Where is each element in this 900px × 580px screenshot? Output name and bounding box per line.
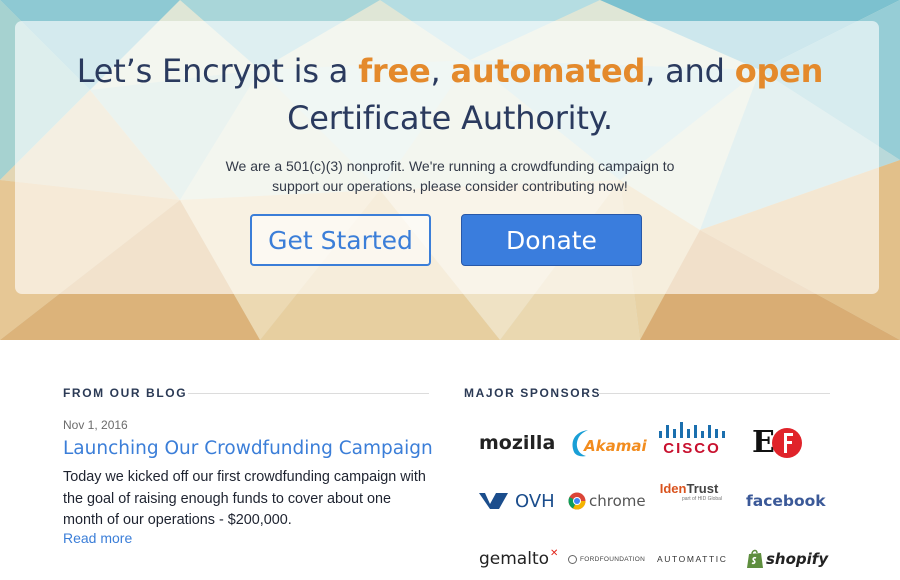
eff-circle-icon [771,428,802,458]
sponsor-mozilla[interactable]: mozilla [479,424,555,462]
hero-subtext-line2: support our operations, please consider … [272,178,628,194]
chrome-logo-text: chrome [589,492,646,510]
hero-section: Let’s Encrypt is a free, automated, and … [0,0,900,340]
blog-post-date: Nov 1, 2016 [63,418,128,432]
blog-excerpt-line: month of our operations - $200,000. [63,512,292,528]
headline-open: open [734,52,824,90]
sponsor-ford-foundation[interactable]: FORDFOUNDATION [568,540,645,578]
gemalto-logo-text: gemalto [479,549,550,569]
identrust-subtitle: part of HID Global [682,496,723,502]
cisco-bars-icon [659,422,725,438]
ford-logo-text: FORDFOUNDATION [580,555,646,563]
shopify-bag-icon [747,549,763,568]
shopify-logo-text: shopify [766,550,829,568]
get-started-button[interactable]: Get Started [250,214,431,266]
sponsor-ovh[interactable]: OVH [479,482,555,520]
sponsor-akamai[interactable]: Akamai [568,424,647,462]
sponsor-cisco[interactable]: CISCO [656,421,728,463]
identrust-logo-text: IdenTrust [659,481,719,496]
blog-post-title-link[interactable]: Launching Our Crowdfunding Campaign [63,438,433,459]
donate-button[interactable]: Donate [461,214,642,266]
sponsor-identrust[interactable]: IdenTrust part of HID Global [656,482,722,520]
ovh-logo-text: OVH [515,490,555,512]
blog-heading-rule [188,393,429,394]
sponsor-gemalto[interactable]: gemalto ✕ [479,540,558,578]
sponsor-automattic[interactable]: AUTOMATTIC [657,540,727,578]
headline-automated: automated [450,52,646,90]
ford-seal-icon [568,554,577,564]
gemalto-x-icon: ✕ [550,547,559,559]
read-more-link[interactable]: Read more [63,530,132,546]
hero-headline-line2: Certificate Authority. [287,99,613,137]
hero-subtext-line1: We are a 501(c)(3) nonprofit. We're runn… [225,158,675,174]
hero-headline-line1: Let’s Encrypt is a free, automated, and … [76,52,824,90]
blog-excerpt-line: the goal of raising enough funds to cove… [63,490,392,507]
sponsors-heading: MAJOR SPONSORS [464,386,602,400]
facebook-logo-text: facebook [746,492,826,510]
sponsors-heading-rule [598,393,830,394]
sponsor-facebook[interactable]: facebook [746,482,826,520]
cisco-logo-text: CISCO [663,440,721,457]
ovh-logo-icon [479,493,508,509]
blog-post-excerpt: Today we kicked off our first crowdfundi… [63,467,443,532]
blog-excerpt-line: Today we kicked off our first crowdfundi… [63,469,426,485]
blog-heading: FROM OUR BLOG [63,386,188,400]
sponsor-shopify[interactable]: shopify [746,540,828,578]
sponsor-eff[interactable]: E [752,424,803,462]
automattic-logo-text: AUTOMATTIC [657,554,728,564]
akamai-logo-text: Akamai [584,437,647,455]
sponsor-chrome[interactable]: chrome [568,482,646,520]
headline-free: free [358,52,431,90]
mozilla-logo-text: mozilla [479,432,556,454]
chrome-logo-icon [568,492,586,510]
